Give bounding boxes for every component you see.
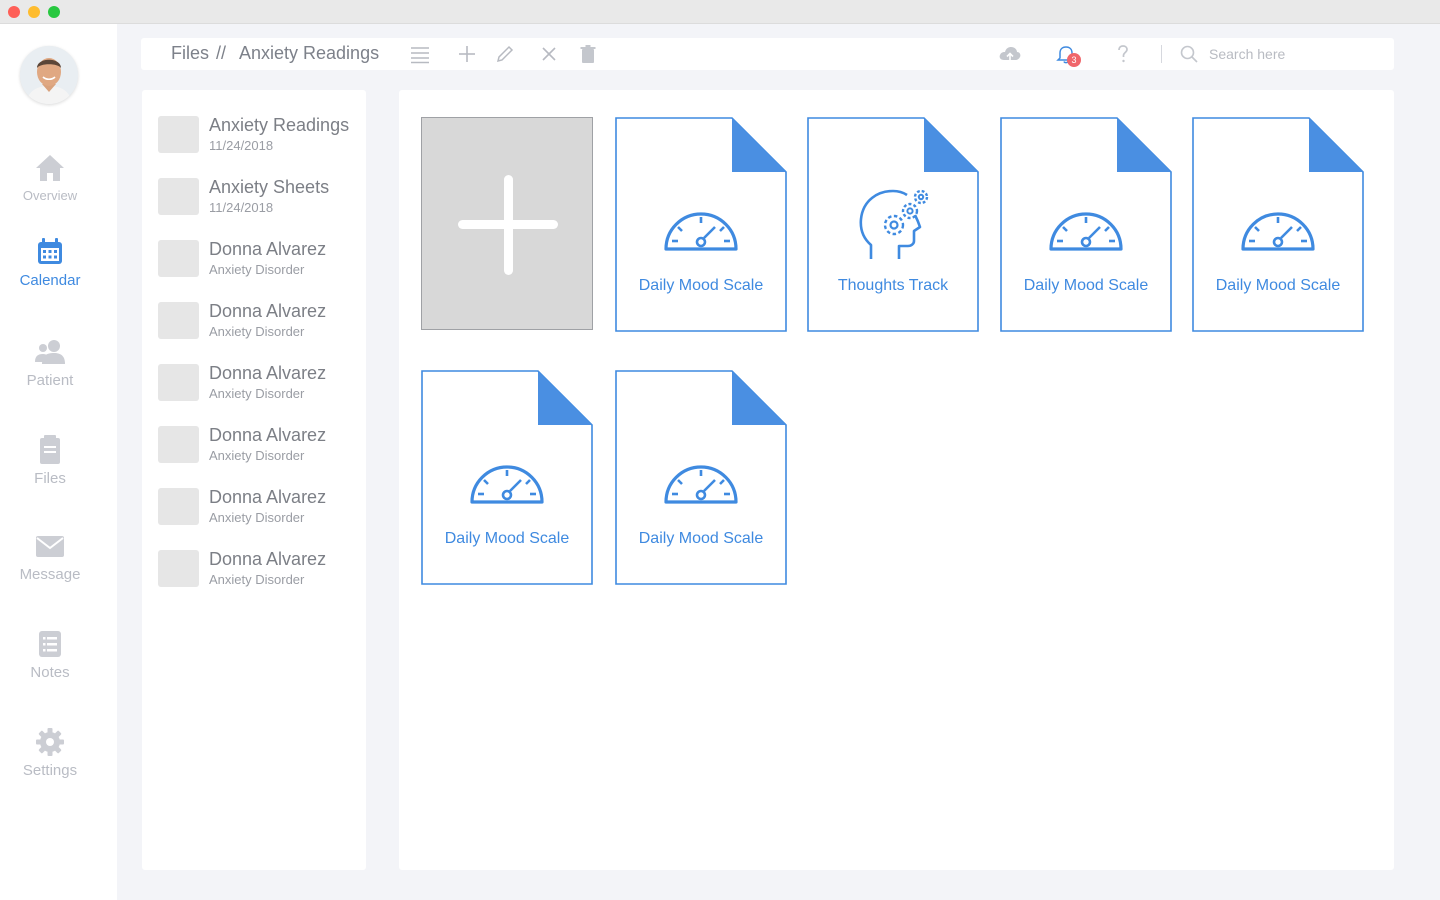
close-window-button[interactable] bbox=[8, 6, 20, 18]
list-item[interactable]: Donna Alvarez Anxiety Disorder bbox=[158, 301, 358, 346]
document-label: Thoughts Track bbox=[837, 277, 949, 294]
list-item-subtitle: Anxiety Disorder bbox=[209, 324, 305, 339]
nav-calendar[interactable]: Calendar bbox=[0, 236, 100, 289]
search-icon bbox=[1180, 45, 1198, 63]
search-input[interactable] bbox=[1209, 43, 1379, 65]
gauge-icon bbox=[470, 465, 544, 504]
document-label: Daily Mood Scale bbox=[638, 277, 764, 294]
list-item-subtitle: Anxiety Disorder bbox=[209, 386, 305, 401]
list-item-title: Donna Alvarez bbox=[209, 363, 327, 383]
list-item-thumbnail bbox=[158, 488, 199, 525]
list-item-title: Anxiety Sheets bbox=[209, 177, 330, 197]
window-titlebar bbox=[0, 0, 1440, 24]
plus-icon bbox=[458, 175, 558, 275]
cloud-upload-icon[interactable] bbox=[998, 44, 1022, 64]
notification-badge: 3 bbox=[1067, 53, 1081, 67]
nav-overview[interactable]: Overview bbox=[0, 152, 100, 203]
patient-icon bbox=[35, 340, 65, 364]
list-item-thumbnail bbox=[158, 364, 199, 401]
list-item[interactable]: Donna Alvarez Anxiety Disorder bbox=[158, 487, 358, 532]
document-label: Daily Mood Scale bbox=[1215, 277, 1341, 294]
document-card[interactable]: Daily Mood Scale bbox=[1192, 117, 1364, 332]
list-icon[interactable] bbox=[410, 44, 430, 64]
nav-label-message: Message bbox=[19, 566, 81, 583]
list-item-title: Donna Alvarez bbox=[209, 549, 327, 569]
file-list-panel: Anxiety Readings 11/24/2018 Anxiety Shee… bbox=[142, 90, 366, 870]
list-item[interactable]: Anxiety Readings 11/24/2018 bbox=[158, 115, 358, 160]
list-item-title: Donna Alvarez bbox=[209, 487, 327, 507]
list-item-thumbnail bbox=[158, 426, 199, 463]
list-item-thumbnail bbox=[158, 302, 199, 339]
list-item[interactable]: Donna Alvarez Anxiety Disorder bbox=[158, 239, 358, 284]
gauge-icon bbox=[664, 465, 738, 504]
document-card[interactable]: Thoughts Track bbox=[807, 117, 979, 332]
sidebar-nav: Overview Calendar Patient Files Message … bbox=[0, 24, 117, 900]
toolbar-divider bbox=[1161, 45, 1162, 63]
nav-label-patient: Patient bbox=[26, 372, 74, 389]
list-item[interactable]: Anxiety Sheets 11/24/2018 bbox=[158, 177, 358, 222]
list-item-title: Anxiety Readings bbox=[209, 115, 350, 135]
list-item-subtitle: Anxiety Disorder bbox=[209, 262, 305, 277]
notes-icon bbox=[39, 631, 61, 657]
gauge-icon bbox=[1049, 212, 1123, 251]
calendar-icon bbox=[38, 238, 62, 264]
nav-settings[interactable]: Settings bbox=[0, 726, 100, 779]
list-item-title: Donna Alvarez bbox=[209, 301, 327, 321]
home-icon bbox=[36, 155, 64, 181]
documents-panel: Daily Mood Scale Thoughts Track Daily Mo… bbox=[399, 90, 1394, 870]
gear-icon bbox=[36, 728, 64, 756]
nav-files[interactable]: Files bbox=[0, 434, 100, 487]
document-card[interactable]: Daily Mood Scale bbox=[1000, 117, 1172, 332]
nav-label-notes: Notes bbox=[30, 664, 70, 681]
head-gears-icon bbox=[859, 189, 929, 259]
breadcrumb-separator: // bbox=[216, 43, 227, 63]
files-icon bbox=[40, 435, 60, 464]
nav-label-calendar: Calendar bbox=[19, 272, 81, 289]
breadcrumb-root[interactable]: Files bbox=[171, 43, 209, 64]
gauge-icon bbox=[664, 212, 738, 251]
minimize-window-button[interactable] bbox=[28, 6, 40, 18]
document-label: Daily Mood Scale bbox=[638, 530, 764, 547]
pencil-icon[interactable] bbox=[495, 44, 515, 64]
breadcrumb-current: Anxiety Readings bbox=[239, 43, 380, 63]
list-item[interactable]: Donna Alvarez Anxiety Disorder bbox=[158, 549, 358, 594]
list-item-thumbnail bbox=[158, 178, 199, 215]
document-label: Daily Mood Scale bbox=[444, 530, 570, 547]
list-item-thumbnail bbox=[158, 116, 199, 153]
nav-label-files: Files bbox=[34, 470, 66, 487]
document-card[interactable]: Daily Mood Scale bbox=[421, 370, 593, 585]
document-card[interactable]: Daily Mood Scale bbox=[615, 370, 787, 585]
list-item-subtitle: Anxiety Disorder bbox=[209, 572, 305, 587]
list-item-title: Donna Alvarez bbox=[209, 425, 327, 445]
close-icon[interactable] bbox=[539, 44, 559, 64]
trash-icon[interactable] bbox=[578, 44, 598, 64]
list-item-subtitle: 11/24/2018 bbox=[209, 138, 274, 153]
list-item-title: Donna Alvarez bbox=[209, 239, 327, 259]
nav-patient[interactable]: Patient bbox=[0, 336, 100, 389]
document-card[interactable]: Daily Mood Scale bbox=[615, 117, 787, 332]
user-avatar[interactable] bbox=[20, 46, 78, 104]
nav-notes[interactable]: Notes bbox=[0, 628, 100, 681]
plus-icon[interactable] bbox=[457, 44, 477, 64]
add-document-button[interactable] bbox=[421, 117, 593, 330]
gauge-icon bbox=[1241, 212, 1315, 251]
nav-message[interactable]: Message bbox=[0, 530, 100, 583]
nav-label-overview: Overview bbox=[22, 188, 78, 203]
zoom-window-button[interactable] bbox=[48, 6, 60, 18]
document-label: Daily Mood Scale bbox=[1023, 277, 1149, 294]
list-item-subtitle: Anxiety Disorder bbox=[209, 448, 305, 463]
list-item[interactable]: Donna Alvarez Anxiety Disorder bbox=[158, 425, 358, 470]
list-item-subtitle: Anxiety Disorder bbox=[209, 510, 305, 525]
help-icon[interactable] bbox=[1113, 44, 1133, 64]
list-item-thumbnail bbox=[158, 240, 199, 277]
nav-label-settings: Settings bbox=[22, 762, 78, 779]
top-toolbar: Files // Anxiety Readings bbox=[141, 38, 1394, 70]
mail-icon bbox=[36, 536, 64, 557]
list-item-subtitle: 11/24/2018 bbox=[209, 200, 274, 215]
list-item[interactable]: Donna Alvarez Anxiety Disorder bbox=[158, 363, 358, 408]
list-item-thumbnail bbox=[158, 550, 199, 587]
